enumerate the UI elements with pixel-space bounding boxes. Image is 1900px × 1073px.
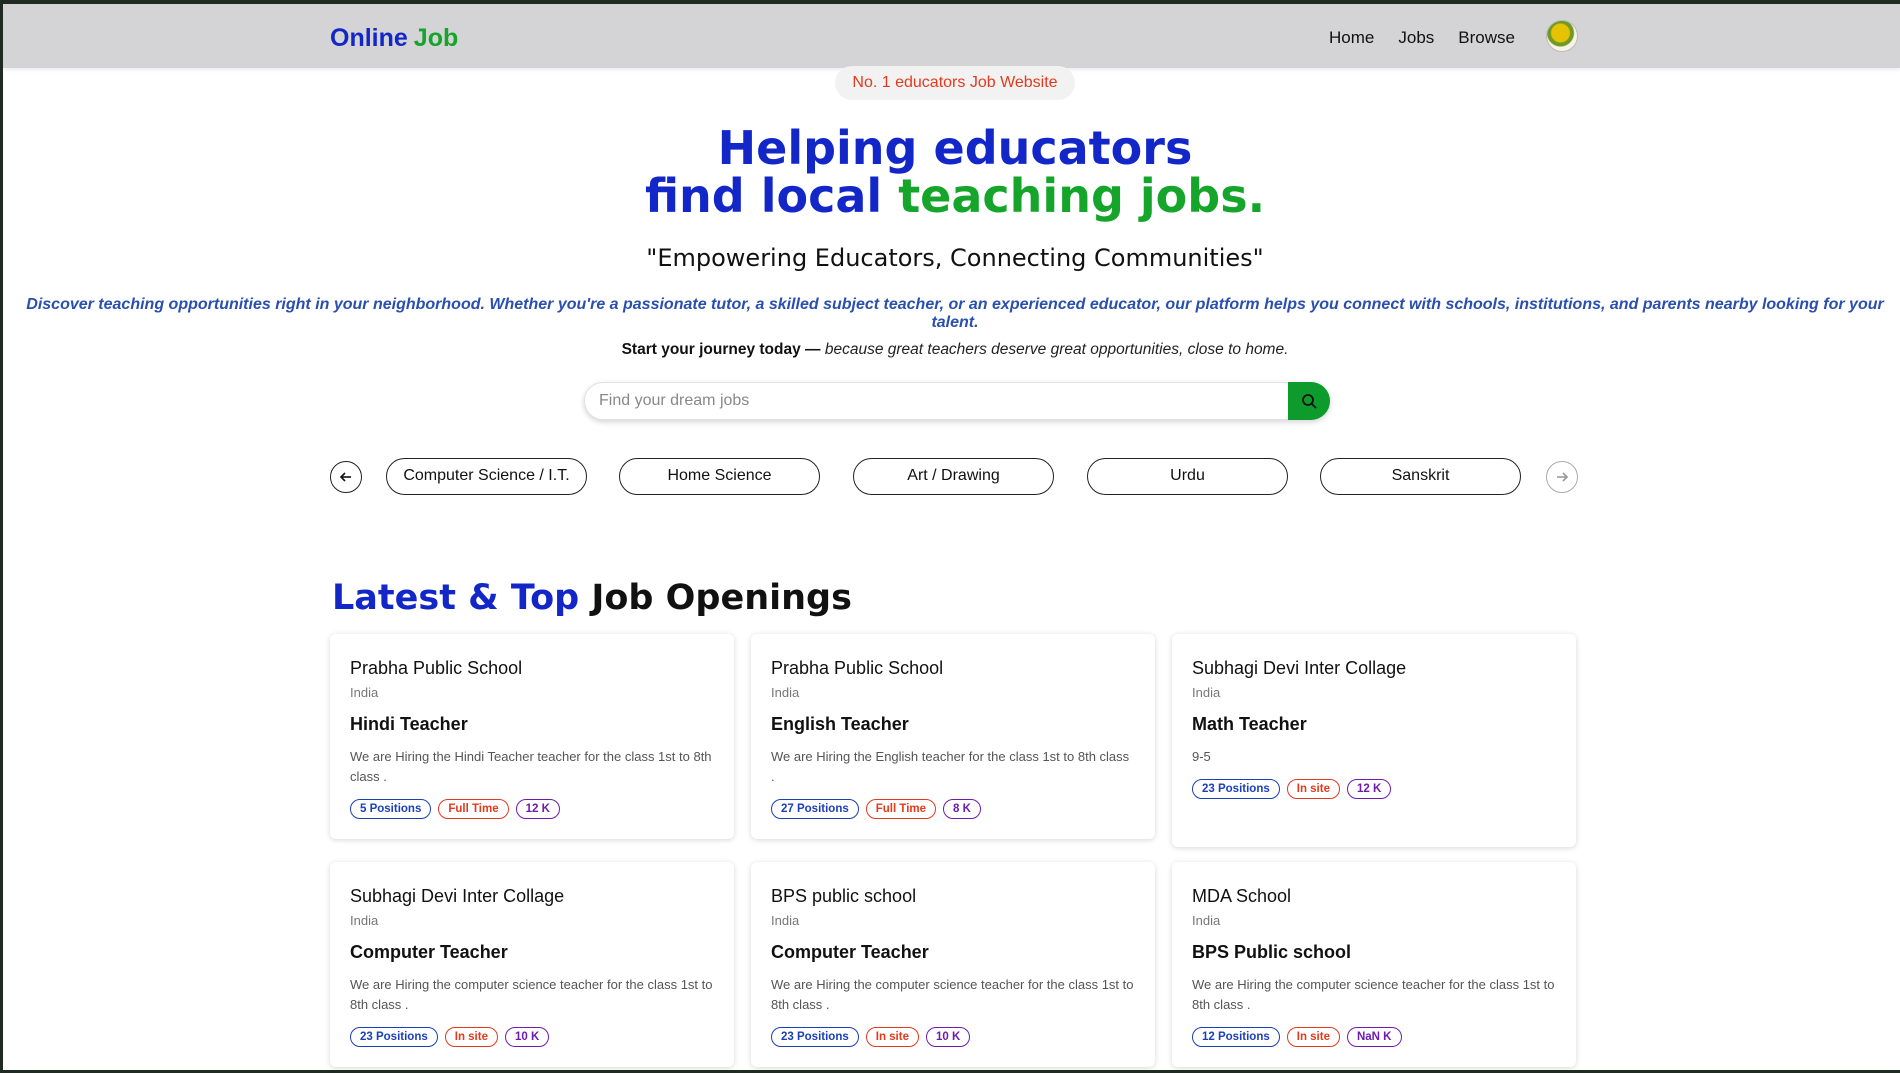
- positions-badge: 12 Positions: [1192, 1027, 1280, 1047]
- journey-strong: Start your journey today —: [621, 341, 821, 358]
- search-button[interactable]: [1288, 382, 1330, 420]
- app-window: Online Job Home Jobs Browse No. 1 educato…: [3, 4, 1900, 1070]
- job-card[interactable]: Subhagi Devi Inter Collage India Math Te…: [1172, 634, 1576, 847]
- section-title-b: Job Openings: [591, 578, 852, 618]
- job-card[interactable]: Prabha Public School India English Teach…: [751, 634, 1155, 839]
- positions-badge: 23 Positions: [1192, 779, 1280, 799]
- positions-badge: 23 Positions: [350, 1027, 438, 1047]
- job-location: India: [1192, 685, 1221, 700]
- job-type-badge: Full Time: [865, 799, 937, 819]
- job-company: Subhagi Devi Inter Collage: [1192, 658, 1407, 678]
- category-urdu[interactable]: Urdu: [1087, 458, 1288, 495]
- search-input[interactable]: [599, 383, 1249, 419]
- hero-title: Helping educators find local teaching jo…: [3, 124, 1900, 220]
- category-art-drawing[interactable]: Art / Drawing: [853, 458, 1054, 495]
- logo[interactable]: Online Job: [330, 24, 458, 53]
- section-title: Latest & Top Job Openings: [332, 578, 852, 618]
- journey-italic: because great teachers deserve great opp…: [824, 341, 1289, 358]
- job-description: We are Hiring the computer science teach…: [771, 977, 1134, 1012]
- carousel-next-button[interactable]: [1546, 461, 1578, 493]
- arrow-right-icon: [1557, 472, 1569, 482]
- job-type-badge: In site: [1286, 779, 1340, 799]
- category-home-science[interactable]: Home Science: [619, 458, 820, 495]
- job-tags: 5 Positions Full Time 12 K: [350, 799, 714, 819]
- job-tags: 23 Positions In site 10 K: [771, 1027, 1135, 1047]
- job-type-badge: In site: [444, 1027, 498, 1047]
- salary-badge: NaN K: [1346, 1027, 1402, 1047]
- job-description: We are Hiring the computer science teach…: [350, 977, 713, 1012]
- job-card[interactable]: BPS public school India Computer Teacher…: [751, 862, 1155, 1067]
- job-role: English Teacher: [771, 714, 909, 734]
- job-company: Prabha Public School: [771, 658, 944, 678]
- job-description: 9-5: [1192, 749, 1211, 764]
- job-card[interactable]: MDA School India BPS Public school We ar…: [1172, 862, 1576, 1067]
- job-role: BPS Public school: [1192, 942, 1352, 962]
- job-company: Subhagi Devi Inter Collage: [350, 886, 565, 906]
- hero-description: Discover teaching opportunities right in…: [26, 296, 1884, 331]
- job-description: We are Hiring the Hindi Teacher teacher …: [350, 749, 712, 784]
- search-bar: [584, 382, 1330, 420]
- salary-badge: 10 K: [925, 1027, 971, 1047]
- hero-quote: "Empowering Educators, Connecting Commun…: [646, 244, 1264, 272]
- job-description: We are Hiring the English teacher for th…: [771, 749, 1130, 784]
- hero-title-line1: Helping educators: [717, 121, 1193, 175]
- job-type-badge: Full Time: [438, 799, 509, 819]
- positions-badge: 5 Positions: [350, 799, 432, 819]
- job-type-badge: In site: [865, 1027, 919, 1047]
- job-description: We are Hiring the computer science teach…: [1192, 977, 1555, 1012]
- category-computer-science[interactable]: Computer Science / I.T.: [386, 458, 587, 495]
- section-title-a: Latest & Top: [332, 578, 580, 618]
- positions-badge: 23 Positions: [771, 1027, 859, 1047]
- avatar[interactable]: [1546, 20, 1578, 52]
- job-location: India: [350, 913, 379, 928]
- nav-links: Home Jobs Browse: [1329, 28, 1515, 48]
- job-company: MDA School: [1192, 886, 1292, 906]
- job-type-badge: In site: [1286, 1027, 1340, 1047]
- job-tags: 23 Positions In site 12 K: [1192, 779, 1556, 799]
- category-sanskrit[interactable]: Sanskrit: [1320, 458, 1521, 495]
- nav-browse[interactable]: Browse: [1458, 28, 1515, 48]
- arrow-left-icon: [339, 472, 351, 482]
- job-role: Hindi Teacher: [350, 714, 468, 734]
- logo-part1: Online: [330, 24, 408, 52]
- job-company: Prabha Public School: [350, 658, 523, 678]
- salary-badge: 12 K: [515, 799, 560, 819]
- job-location: India: [350, 685, 379, 700]
- hero-title-line2a: find local: [644, 169, 883, 223]
- job-card[interactable]: Prabha Public School India Hindi Teacher…: [330, 634, 734, 839]
- job-card[interactable]: Subhagi Devi Inter Collage India Compute…: [330, 862, 734, 1067]
- salary-badge: 12 K: [1346, 779, 1392, 799]
- logo-part2: Job: [413, 24, 459, 52]
- search-icon: [1302, 394, 1317, 409]
- job-location: India: [1192, 913, 1221, 928]
- carousel-prev-button[interactable]: [330, 461, 362, 493]
- job-tags: 23 Positions In site 10 K: [350, 1027, 714, 1047]
- hero-journey: Start your journey today — because great…: [3, 341, 1900, 359]
- job-role: Computer Teacher: [771, 942, 929, 962]
- job-location: India: [771, 913, 800, 928]
- nav-jobs[interactable]: Jobs: [1398, 28, 1434, 48]
- job-location: India: [771, 685, 800, 700]
- hero-badge: No. 1 educators Job Website: [835, 66, 1075, 100]
- positions-badge: 27 Positions: [771, 799, 859, 819]
- job-role: Math Teacher: [1192, 714, 1307, 734]
- job-company: BPS public school: [771, 886, 917, 906]
- salary-badge: 8 K: [943, 799, 981, 819]
- job-role: Computer Teacher: [350, 942, 508, 962]
- job-tags: 27 Positions Full Time 8 K: [771, 799, 1135, 819]
- hero-title-line2b: teaching jobs.: [898, 169, 1266, 223]
- salary-badge: 10 K: [504, 1027, 550, 1047]
- navbar: Online Job Home Jobs Browse: [3, 4, 1900, 68]
- nav-home[interactable]: Home: [1329, 28, 1374, 48]
- job-tags: 12 Positions In site NaN K: [1192, 1027, 1556, 1047]
